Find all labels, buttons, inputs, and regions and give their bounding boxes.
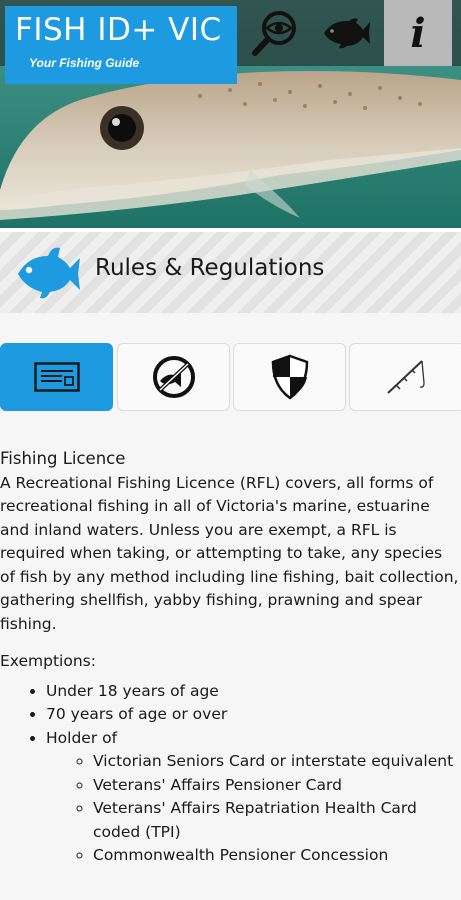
fish-icon (18, 247, 80, 299)
section-header: Rules & Regulations (0, 228, 461, 313)
exemptions-list: Under 18 years of age 70 years of age or… (0, 680, 461, 868)
list-item: Commonwealth Pensioner Concession (93, 844, 461, 868)
regulation-content: Fishing Licence A Recreational Fishing L… (0, 447, 461, 868)
licence-card-icon (33, 362, 80, 392)
fish-species-button[interactable] (313, 0, 378, 66)
list-item: Victorian Seniors Card or interstate equ… (93, 750, 461, 774)
app-title: FISH ID+ VIC (15, 12, 222, 48)
shield-icon (271, 354, 308, 400)
app-subtitle: Your Fishing Guide (29, 56, 140, 70)
exemptions-label: Exemptions: (0, 652, 96, 670)
list-item: Veterans' Affairs Repatriation Health Ca… (93, 797, 461, 844)
list-item: Veterans' Affairs Pensioner Card (93, 774, 461, 798)
section-title: Rules & Regulations (95, 255, 325, 281)
app-logo[interactable]: FISH ID+ VIC Your Fishing Guide (5, 6, 237, 84)
search-button[interactable] (242, 0, 307, 66)
licence-description: A Recreational Fishing Licence (RFL) cov… (0, 473, 459, 633)
tab-gear[interactable] (349, 343, 461, 411)
fishing-rod-icon (387, 360, 425, 394)
holder-of-list: Victorian Seniors Card or interstate equ… (46, 750, 461, 868)
info-icon: i (410, 9, 426, 57)
info-button[interactable]: i (384, 0, 452, 66)
regulation-tabs (0, 343, 461, 411)
content-heading: Fishing Licence (0, 449, 126, 468)
tab-prohibited[interactable] (117, 343, 230, 411)
tab-protection[interactable] (233, 343, 346, 411)
tab-licence[interactable] (0, 343, 113, 411)
search-eye-icon (251, 11, 296, 56)
fish-icon (323, 18, 370, 49)
list-item: 70 years of age or over (46, 703, 461, 727)
list-item-label: Holder of (46, 728, 118, 747)
list-item: Under 18 years of age (46, 680, 461, 704)
no-fishing-icon (152, 356, 195, 398)
hero-banner: FISH ID+ VIC Your Fishing Guide i (0, 0, 461, 228)
list-item-holder-of: Holder of Victorian Seniors Card or inte… (46, 727, 461, 868)
